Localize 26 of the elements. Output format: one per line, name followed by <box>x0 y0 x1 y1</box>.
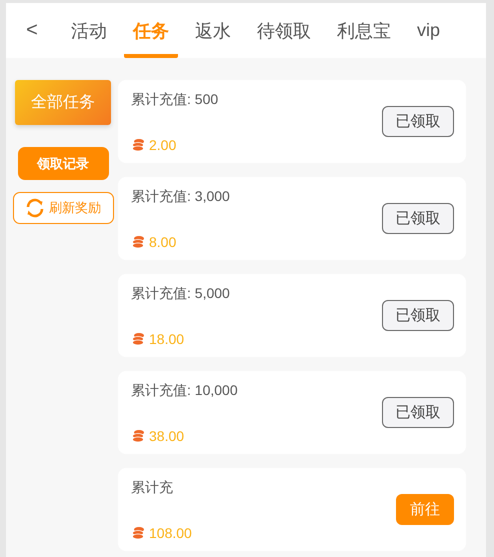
task-title: 累计充值: 5,000 <box>131 284 230 302</box>
reward-amount: 2.00 <box>149 136 176 152</box>
task-title: 累计充值: 3,000 <box>131 188 230 206</box>
reward-amount: 18.00 <box>149 330 184 346</box>
tab[interactable]: vip <box>408 3 450 58</box>
tab[interactable]: 返水 <box>186 3 240 58</box>
claimed-button[interactable]: 已领取 <box>382 106 454 137</box>
reward-amount: 108.00 <box>149 524 192 540</box>
coins-icon <box>131 526 145 540</box>
coins-icon <box>131 332 145 346</box>
refresh-icon <box>25 198 45 218</box>
tab[interactable]: 活动 <box>62 3 116 58</box>
back-button[interactable]: < <box>6 10 58 50</box>
tab[interactable]: 利息宝 <box>328 3 400 58</box>
tab[interactable]: 待领取 <box>248 3 320 58</box>
task-title: 累计充值: 10,000 <box>131 382 238 400</box>
reward-amount: 8.00 <box>149 234 176 250</box>
coins-icon <box>131 138 145 152</box>
claimed-button[interactable]: 已领取 <box>382 397 454 428</box>
claimed-button[interactable]: 已领取 <box>382 203 454 234</box>
task-title: 累计充值: 500 <box>131 90 218 108</box>
task-title: 累计充 <box>131 478 173 496</box>
coins-icon <box>131 428 145 442</box>
claimed-button[interactable]: 已领取 <box>382 300 454 331</box>
coins-icon <box>131 234 145 248</box>
reward-amount: 38.00 <box>149 428 184 444</box>
